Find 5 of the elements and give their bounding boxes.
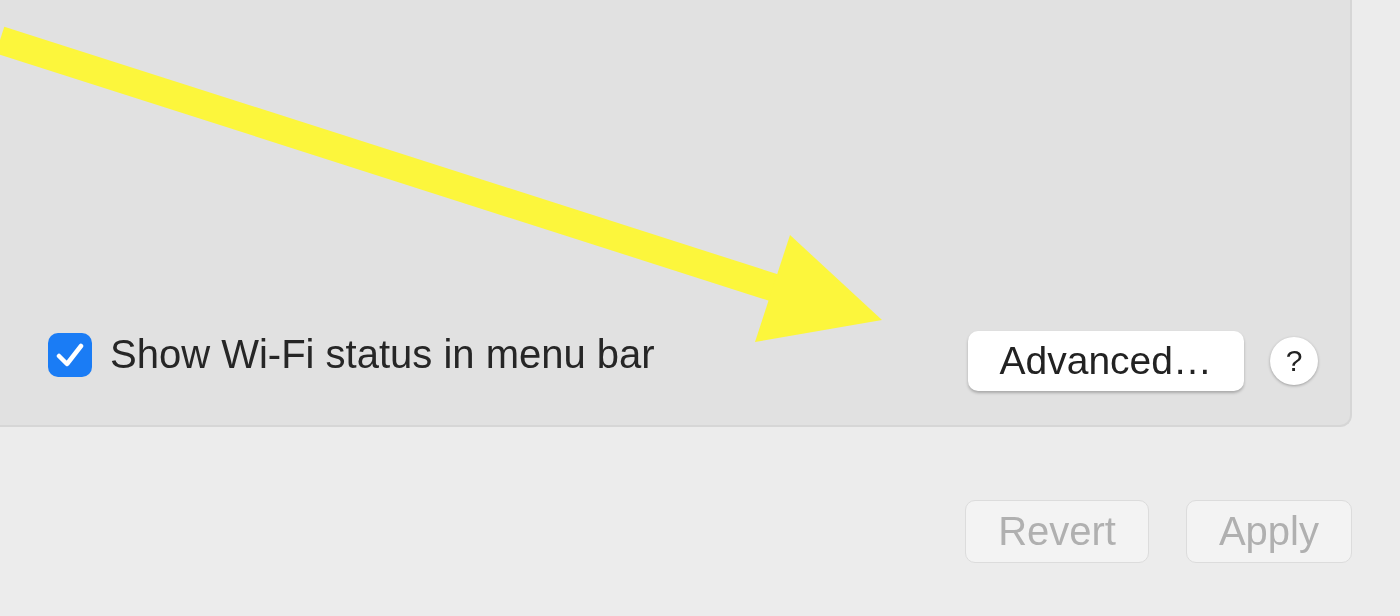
advanced-button[interactable]: Advanced… [967, 331, 1244, 391]
checkmark-icon [56, 342, 84, 367]
checkbox-label: Show Wi-Fi status in menu bar [110, 332, 655, 377]
help-button[interactable]: ? [1270, 337, 1318, 385]
checkbox[interactable] [48, 332, 92, 377]
